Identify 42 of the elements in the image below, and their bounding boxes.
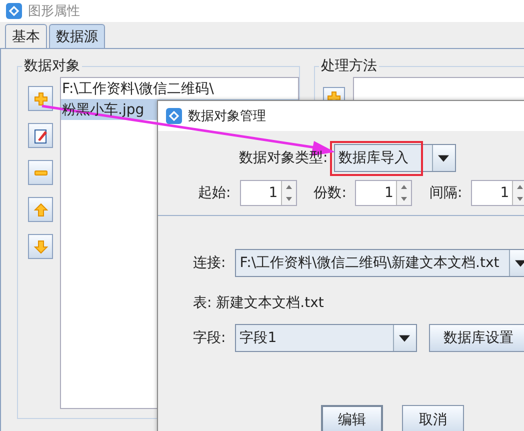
edit-button[interactable] — [28, 123, 53, 148]
edit-button[interactable]: 编辑 — [321, 405, 383, 431]
connection-dropdown[interactable]: F:\工作资料\微信二维码\新建文本文档.txt — [234, 249, 524, 277]
caret-icon — [399, 334, 410, 342]
field-label: 字段: — [193, 329, 226, 347]
up-caret-icon[interactable] — [286, 185, 292, 189]
number-spinner[interactable]: 1 — [471, 180, 524, 206]
tab[interactable]: 数据源 — [49, 24, 105, 48]
group-title: 处理方法 — [320, 57, 378, 75]
app-icon — [166, 108, 182, 124]
number-spinner[interactable]: 1 — [240, 180, 297, 206]
up-caret-icon[interactable] — [517, 185, 524, 189]
connection-label: 连接: — [193, 254, 226, 272]
app-icon — [6, 3, 22, 19]
move-up-button[interactable] — [28, 197, 53, 222]
group-title: 数据对象 — [23, 57, 81, 75]
spinner-label: 份数: — [314, 184, 346, 202]
caret-icon — [515, 260, 524, 266]
add-button[interactable] — [28, 86, 53, 111]
spinner-label: 起始: — [198, 184, 231, 202]
window-title: 图形属性 — [28, 3, 80, 20]
tab[interactable]: 基本 — [5, 24, 47, 48]
table-name-text: 表: 新建文本文档.txt — [193, 294, 324, 312]
down-caret-icon[interactable] — [517, 197, 524, 201]
dialog-title: 数据对象管理 — [188, 108, 266, 125]
field-dropdown[interactable]: 字段1 — [234, 324, 417, 352]
database-settings-button[interactable]: 数据库设置 — [428, 324, 524, 352]
list-item[interactable]: F:\工作资料\微信二维码\ — [61, 78, 298, 99]
number-spinner[interactable]: 1 — [355, 180, 412, 206]
down-caret-icon[interactable] — [401, 197, 408, 201]
type-label: 数据对象类型: — [239, 149, 328, 167]
cancel-button[interactable]: 取消 — [402, 405, 464, 431]
up-arrow-icon — [32, 202, 48, 218]
up-caret-icon[interactable] — [401, 185, 408, 189]
caret-icon — [438, 154, 450, 162]
down-caret-icon[interactable] — [286, 197, 292, 201]
spinner-label: 间隔: — [429, 184, 462, 202]
down-arrow-icon — [32, 238, 48, 254]
move-down-button[interactable] — [28, 234, 53, 259]
remove-button[interactable] — [28, 160, 53, 185]
plus-icon — [32, 90, 48, 106]
pencil-icon — [32, 128, 48, 144]
